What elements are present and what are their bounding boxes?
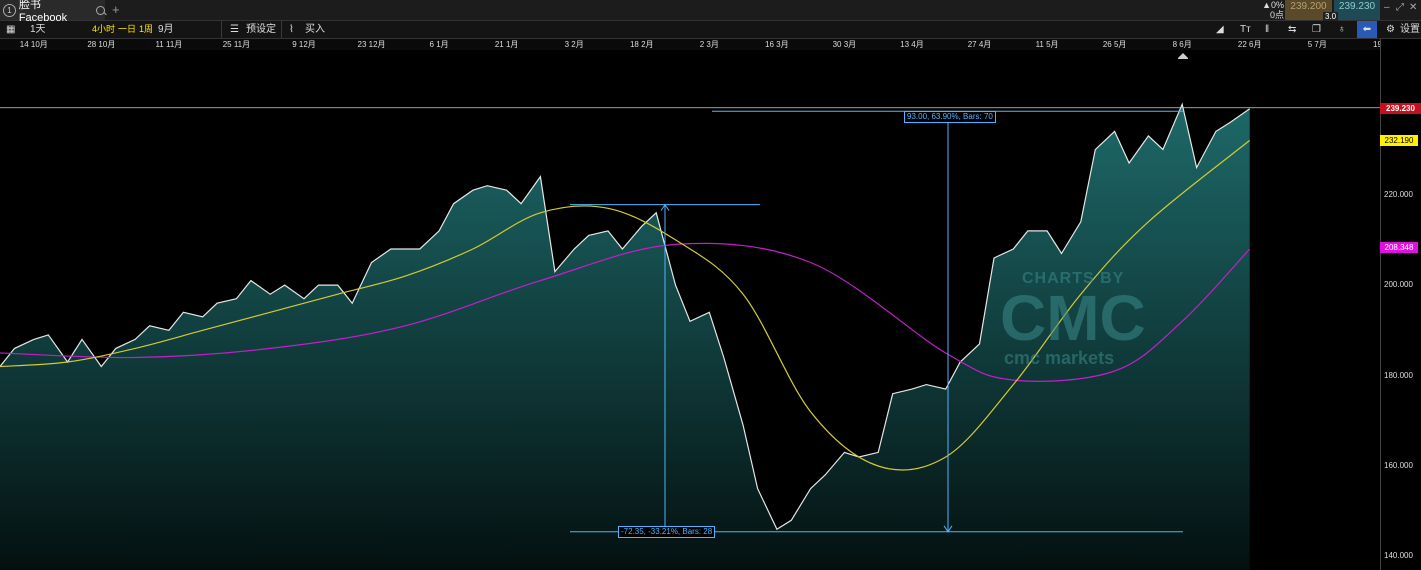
- timeframe-select[interactable]: 1天: [30, 21, 46, 38]
- price-tick-label: 160.000: [1384, 461, 1413, 470]
- chart-toolbar: ▦ 1天 4小时 一日 1周 9月 ☰ 预设定 ⌇ 买入 ◢ Tт ‖ ⇆ ❐ …: [0, 21, 1421, 39]
- date-tick-label: 14 10月: [19, 40, 48, 49]
- ma-slow-tag: 208.348: [1380, 242, 1418, 254]
- date-tick-label: 11 11月: [155, 40, 183, 49]
- text-size-icon[interactable]: Tт: [1240, 21, 1251, 38]
- period-1d-button[interactable]: 一日: [118, 21, 136, 38]
- date-tick-label: 21 1月: [494, 40, 519, 49]
- alert-icon[interactable]: ♁: [1338, 21, 1346, 38]
- toolbar-divider: [281, 21, 282, 38]
- price-axis: [1380, 39, 1421, 570]
- current-bar-marker: [1178, 53, 1188, 59]
- toolbar-divider: [221, 21, 222, 38]
- period-1w-button[interactable]: 1周: [139, 21, 153, 38]
- date-tick-label: 27 4月: [967, 40, 992, 49]
- price-tick-label: 220.000: [1384, 189, 1413, 199]
- period-4h-button[interactable]: 4小时: [92, 21, 115, 38]
- buy-icon[interactable]: ⌇: [289, 21, 294, 38]
- cmc-watermark: CHARTS BY CMC cmc markets: [1000, 270, 1146, 369]
- change-points: 0点: [1269, 10, 1284, 20]
- spread-badge: 3.0: [1323, 12, 1339, 21]
- date-tick-label: 28 10月: [87, 40, 116, 49]
- title-bar: 1 脸书 Facebook + ▲0% 0点 239.200 239.230 3…: [0, 0, 1421, 24]
- minimize-icon[interactable]: –: [1384, 2, 1390, 13]
- drop-measure-label[interactable]: -72.35, -33.21%, Bars: 28: [618, 526, 716, 538]
- add-tab-button[interactable]: +: [112, 2, 120, 17]
- date-tick-label: 30 3月: [832, 40, 857, 49]
- tab-index-badge: 1: [3, 3, 16, 17]
- pause-icon[interactable]: ‖: [1265, 21, 1269, 38]
- close-icon[interactable]: ✕: [1409, 2, 1417, 13]
- date-axis: 14 10月 28 10月 11 11月 25 11月 9 12月 23 12月 6 1月 2…: [0, 39, 1397, 50]
- watermark-logo: CMC: [1000, 282, 1146, 354]
- tag-icon[interactable]: ⬅: [1357, 21, 1377, 38]
- layout-grid-icon[interactable]: ▦: [6, 21, 15, 38]
- search-icon[interactable]: [96, 5, 107, 15]
- price-tick-label: 180.000: [1384, 370, 1413, 380]
- ma-fast-tag: 232.190: [1380, 134, 1418, 146]
- date-tick-label: 11 5月: [1035, 40, 1059, 49]
- draw-line-icon[interactable]: ◢: [1216, 21, 1224, 38]
- instrument-tab[interactable]: 1 脸书 Facebook: [0, 0, 107, 24]
- date-tick-label: 9 12月: [292, 40, 316, 49]
- indicators-icon[interactable]: ⇆: [1288, 21, 1296, 38]
- windows-icon[interactable]: ❐: [1312, 21, 1321, 38]
- date-tick-label: 18 2月: [629, 40, 654, 49]
- price-tick-label: 140.000: [1384, 551, 1413, 561]
- date-tick-label: 16 3月: [765, 40, 789, 49]
- date-tick-label: 25 11月: [222, 40, 251, 49]
- date-tick-label: 13 4月: [900, 40, 924, 49]
- date-tick-label: 8 6月: [1172, 40, 1192, 49]
- date-tick-label: 2 3月: [699, 40, 719, 49]
- buy-price-button[interactable]: 239.230: [1334, 0, 1380, 20]
- change-percent: ▲0%: [1262, 0, 1284, 10]
- popout-icon[interactable]: ⤢: [1396, 2, 1404, 13]
- buy-button[interactable]: 买入: [305, 21, 325, 38]
- presets-icon[interactable]: ☰: [230, 21, 239, 38]
- date-tick-label: 6 1月: [429, 40, 449, 49]
- gear-icon[interactable]: ⚙: [1386, 21, 1395, 38]
- rise-measure-label[interactable]: 93.00, 63.90%, Bars: 70: [904, 111, 996, 123]
- date-tick-label: 26 5月: [1102, 40, 1127, 49]
- settings-button[interactable]: 设置: [1400, 21, 1420, 38]
- change-readout: ▲0% 0点: [1258, 0, 1284, 20]
- date-tick-label: 23 12月: [357, 40, 386, 49]
- period-9m-button[interactable]: 9月: [158, 21, 174, 38]
- price-tick-label: 200.000: [1384, 280, 1413, 290]
- presets-button[interactable]: 预设定: [246, 21, 276, 38]
- last-price-tag: 239.230: [1380, 102, 1421, 114]
- date-tick-label: 5 7月: [1307, 40, 1327, 49]
- date-tick-label: 22 6月: [1237, 40, 1262, 49]
- price-chart[interactable]: [0, 50, 1380, 570]
- date-tick-label: 3 2月: [564, 40, 584, 49]
